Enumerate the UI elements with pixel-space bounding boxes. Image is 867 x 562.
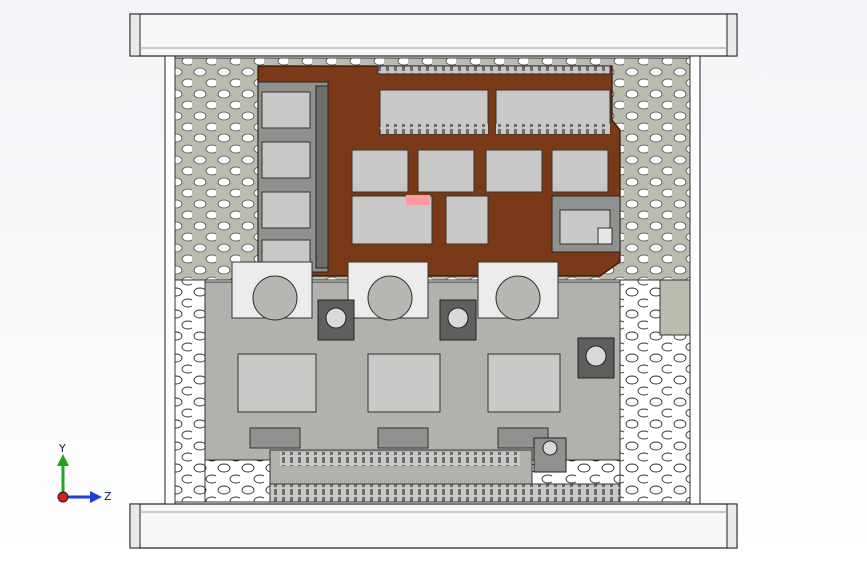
coordinate-triad: Y Z	[57, 442, 112, 503]
cad-viewport[interactable]: Y Z	[0, 0, 867, 562]
x-axis-dot	[57, 491, 69, 503]
right-connector	[551, 195, 621, 253]
push-button	[533, 437, 567, 473]
highlighted-component	[406, 195, 430, 205]
driver-modules	[237, 353, 561, 449]
y-axis-label: Y	[58, 442, 66, 455]
bottom-frame-rail	[129, 503, 738, 549]
resistor-bank-top-left	[379, 89, 489, 135]
z-axis-label: Z	[104, 490, 112, 503]
left-connectors	[257, 81, 329, 273]
cad-model-canvas[interactable]: Y Z	[0, 0, 867, 562]
top-frame-rail	[129, 13, 738, 57]
resistor-bank-top-right	[495, 89, 611, 135]
